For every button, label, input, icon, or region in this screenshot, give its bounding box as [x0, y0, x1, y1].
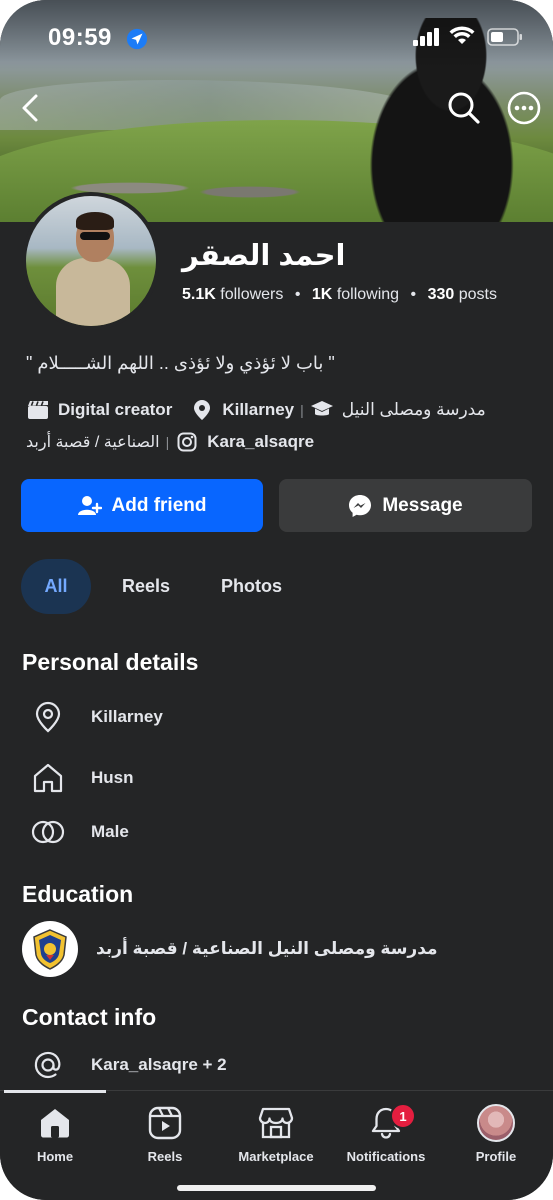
detail-location: Killarney	[30, 699, 163, 735]
nav-reels[interactable]: Reels	[115, 1103, 215, 1164]
back-button[interactable]	[12, 92, 48, 128]
detail-location-text: Killarney	[91, 707, 163, 726]
search-icon	[447, 91, 481, 130]
location-arrow-icon	[126, 28, 148, 55]
profile-tabs: All Reels Photos	[21, 559, 282, 614]
followers-count[interactable]: 5.1K	[182, 286, 216, 303]
wifi-icon	[449, 26, 475, 51]
nav-reels-label: Reels	[147, 1149, 183, 1164]
message-label: Message	[382, 494, 463, 516]
marketplace-icon	[226, 1103, 326, 1143]
profile-info-line-2: الصناعية / قصبة أربد | Kara_alsaqre	[26, 431, 314, 453]
nav-profile[interactable]: Profile	[446, 1103, 546, 1164]
tab-photos[interactable]: Photos	[221, 559, 282, 614]
profile-info-line-1: Digital creator Killarney | مدرسة ومصلى …	[26, 399, 486, 421]
info-separator: |	[300, 402, 304, 418]
nav-notifications-label: Notifications	[346, 1149, 426, 1164]
following-label[interactable]: following	[337, 286, 399, 303]
stats-separator: •	[410, 286, 417, 303]
message-button[interactable]: Message	[279, 479, 532, 532]
profile-avatar	[477, 1104, 515, 1142]
more-options-button[interactable]	[506, 91, 542, 130]
status-bar: 09:59	[48, 22, 523, 56]
detail-hometown-text: Husn	[91, 768, 134, 787]
detail-gender: Male	[30, 814, 129, 850]
tab-reels[interactable]: Reels	[122, 559, 170, 614]
school-continued-text[interactable]: الصناعية / قصبة أربد	[26, 432, 160, 452]
info-separator: |	[165, 434, 170, 450]
notification-badge: 1	[390, 1103, 416, 1129]
detail-gender-text: Male	[91, 822, 129, 841]
add-user-icon	[77, 495, 102, 517]
search-button[interactable]	[446, 92, 482, 128]
posts-count: 330	[427, 286, 455, 303]
education-school-text[interactable]: مدرسة ومصلى النيل الصناعية / قصبة أربد	[96, 939, 438, 959]
home-icon	[30, 760, 66, 796]
status-time: 09:59	[48, 24, 112, 51]
home-icon	[5, 1103, 105, 1143]
school-short-text[interactable]: مدرسة ومصلى النيل	[342, 400, 486, 420]
posts-label: posts	[458, 286, 497, 303]
phone-screen: 09:59 احمد الصقر 5.1K followers • 1K fol…	[0, 0, 553, 1200]
instagram-handle[interactable]: Kara_alsaqre	[207, 432, 314, 452]
chevron-left-icon	[19, 93, 41, 128]
contact-info-title: Contact info	[22, 1004, 157, 1030]
active-nav-indicator	[4, 1090, 106, 1093]
detail-hometown: Husn	[30, 760, 134, 796]
stats-separator: •	[294, 286, 301, 303]
nav-profile-label: Profile	[475, 1149, 517, 1164]
location-pin-icon	[190, 399, 214, 421]
followers-label[interactable]: followers	[220, 286, 283, 303]
cellular-signal-icon	[413, 28, 441, 51]
battery-icon	[487, 28, 523, 51]
bell-icon: 1	[336, 1103, 436, 1143]
following-count[interactable]: 1K	[312, 286, 332, 303]
profile-name: احمد الصقر	[182, 240, 346, 272]
category-text: Digital creator	[58, 400, 173, 419]
nav-home[interactable]: Home	[5, 1103, 105, 1164]
profile-avatar[interactable]	[22, 192, 160, 330]
add-friend-button[interactable]: Add friend	[21, 479, 263, 532]
gender-rings-icon	[30, 814, 66, 850]
contact-item[interactable]: Kara_alsaqre + 2	[30, 1047, 227, 1083]
nav-home-label: Home	[36, 1149, 74, 1164]
graduation-cap-icon	[310, 399, 334, 421]
instagram-icon	[175, 431, 199, 453]
profile-bio: " باب لا ئؤذي ولا ئؤذى .. اللهم الشـــــ…	[26, 353, 335, 373]
reels-icon	[115, 1103, 215, 1143]
education-title: Education	[22, 881, 134, 907]
nav-marketplace-label: Marketplace	[238, 1149, 314, 1164]
profile-stats: 5.1K followers • 1K following • 330 post…	[182, 286, 497, 304]
nav-notifications[interactable]: 1 Notifications	[336, 1103, 436, 1164]
at-sign-icon	[30, 1047, 66, 1083]
contact-item-text: Kara_alsaqre + 2	[91, 1055, 227, 1074]
clapperboard-icon	[26, 399, 50, 421]
location-pin-icon	[30, 699, 66, 735]
bottom-navigation: Home Reels Marketplace 1 Notifications P…	[0, 1090, 553, 1200]
messenger-icon	[348, 494, 372, 518]
nav-marketplace[interactable]: Marketplace	[226, 1103, 326, 1164]
personal-details-title: Personal details	[22, 649, 199, 675]
location-text[interactable]: Killarney	[222, 400, 294, 420]
tab-all[interactable]: All	[21, 559, 91, 614]
more-horizontal-icon	[507, 91, 541, 130]
home-indicator	[177, 1185, 376, 1191]
school-logo[interactable]	[22, 921, 78, 977]
add-friend-label: Add friend	[111, 494, 207, 516]
